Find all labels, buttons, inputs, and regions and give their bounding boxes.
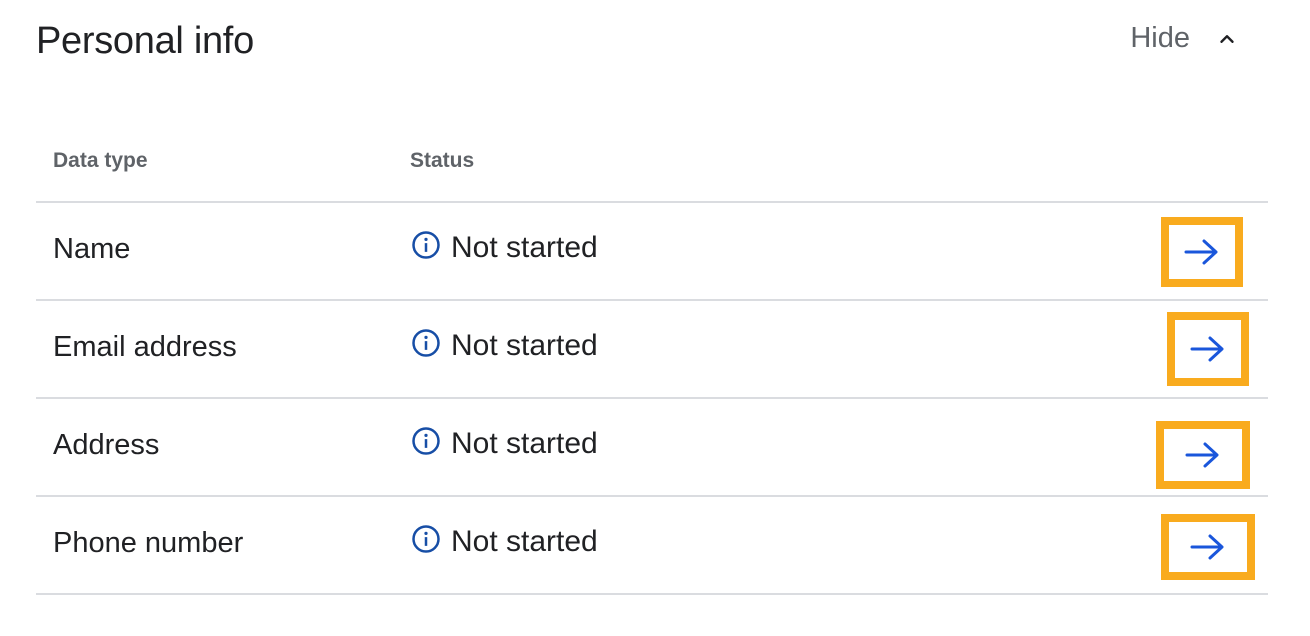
status-text: Not started (451, 525, 598, 558)
info-icon (412, 329, 440, 357)
arrow-right-icon (1190, 336, 1224, 362)
status-cell: Not started (411, 525, 598, 559)
info-icon (412, 525, 440, 553)
hide-toggle-button[interactable]: Hide (1130, 22, 1238, 55)
table-row-email-address: Email address Not started (36, 301, 1268, 399)
info-icon (412, 231, 440, 259)
info-icon (412, 427, 440, 455)
section-title: Personal info (36, 20, 254, 62)
open-name-button[interactable] (1161, 217, 1243, 287)
chevron-up-icon (1220, 34, 1234, 43)
status-cell: Not started (411, 231, 598, 265)
personal-info-page: Personal info Hide Data type Status Name… (0, 0, 1310, 636)
data-type-cell: Name (53, 233, 131, 265)
arrow-right-icon (1185, 442, 1219, 468)
open-email-address-button[interactable] (1167, 312, 1249, 386)
personal-info-table: Data type Status Name Not started Email … (36, 128, 1268, 595)
table-row-name: Name Not started (36, 203, 1268, 301)
open-phone-number-button[interactable] (1161, 514, 1255, 580)
arrow-right-icon (1184, 239, 1218, 265)
status-text: Not started (451, 427, 598, 460)
table-row-address: Address Not started (36, 399, 1268, 497)
status-cell: Not started (411, 329, 598, 363)
data-type-cell: Address (53, 429, 160, 461)
table-header-row: Data type Status (36, 128, 1268, 203)
status-text: Not started (451, 231, 598, 264)
section-header: Personal info Hide (36, 16, 1268, 72)
open-address-button[interactable] (1156, 421, 1250, 489)
status-cell: Not started (411, 427, 598, 461)
hide-toggle-label: Hide (1130, 22, 1190, 54)
data-type-cell: Email address (53, 331, 237, 363)
data-type-cell: Phone number (53, 527, 244, 559)
status-text: Not started (451, 329, 598, 362)
column-header-status: Status (410, 149, 475, 172)
table-row-phone-number: Phone number Not started (36, 497, 1268, 595)
arrow-right-icon (1190, 534, 1224, 560)
column-header-data-type: Data type (53, 149, 148, 172)
